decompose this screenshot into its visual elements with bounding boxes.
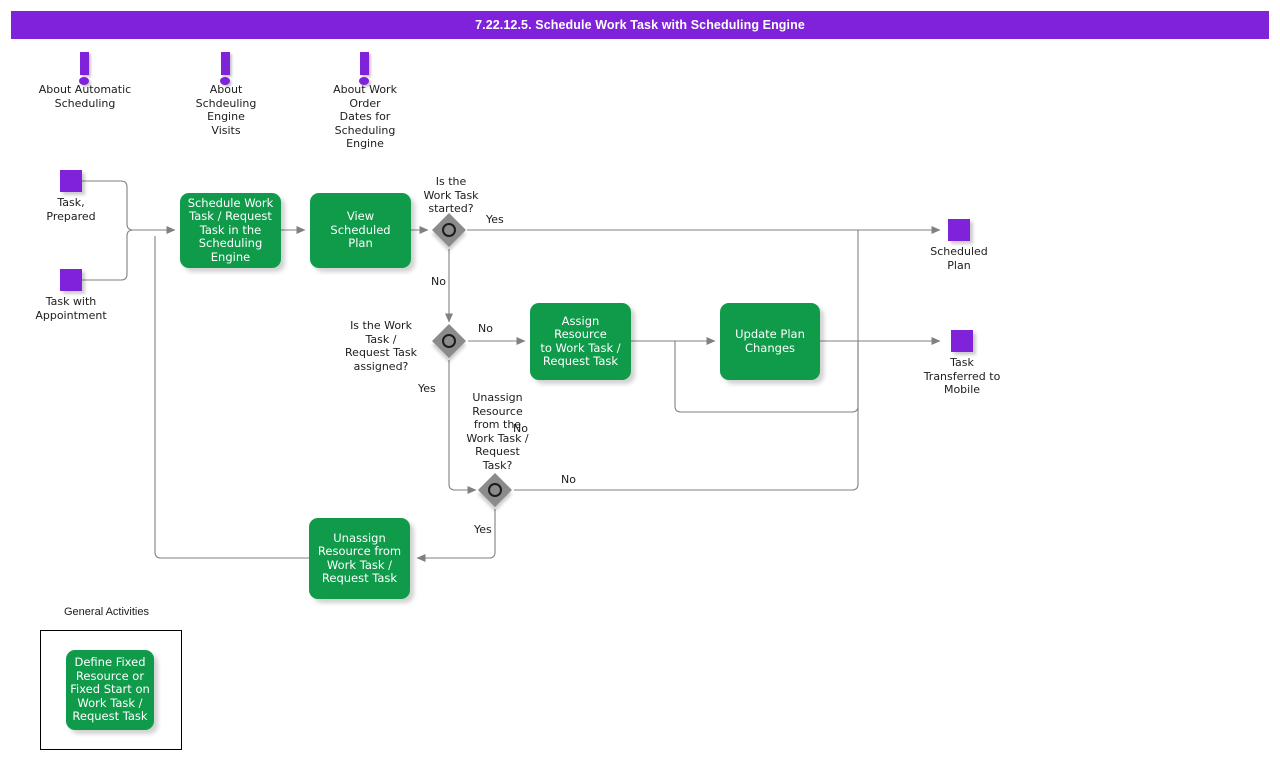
exclamation-bar	[80, 52, 89, 75]
activity-unassign-resource[interactable]: Unassign Resource from Work Task / Reque…	[309, 518, 410, 599]
object-label: Task Transferred to Mobile	[923, 356, 1001, 396]
object-task-transferred-to-mobile[interactable]: Task Transferred to Mobile	[912, 330, 1012, 397]
exclamation-note-icon	[351, 52, 379, 86]
object-scheduled-plan[interactable]: Scheduled Plan	[909, 219, 1009, 272]
decision-ring-icon	[488, 483, 502, 497]
flow-label-decision1-yes: Yes	[486, 213, 504, 226]
note-scheduling-engine-visits[interactable]: About Schdeuling Engine Visits	[181, 52, 271, 137]
flow-label-decision1-no: No	[431, 275, 446, 288]
decision-unassign-resource[interactable]	[478, 473, 512, 507]
exclamation-dot	[359, 77, 369, 85]
object-label: Scheduled Plan	[930, 245, 988, 272]
general-activities-group-box	[40, 630, 182, 750]
exclamation-note-icon	[212, 52, 240, 86]
flow-label-decision2-no: No	[478, 322, 493, 335]
activity-view-scheduled-plan[interactable]: View Scheduled Plan	[310, 193, 411, 268]
activity-schedule-work-task[interactable]: Schedule Work Task / Request Task in the…	[180, 193, 281, 268]
activity-label: View Scheduled Plan	[330, 209, 391, 251]
general-activities-title: General Activities	[64, 606, 149, 618]
note-label: About Automatic Scheduling	[38, 83, 132, 110]
activity-assign-resource[interactable]: Assign Resource to Work Task / Request T…	[530, 303, 631, 380]
exclamation-note-icon	[71, 52, 99, 86]
object-task-prepared[interactable]: Task, Prepared	[21, 170, 121, 223]
exclamation-dot	[220, 77, 230, 85]
exclamation-bar	[360, 52, 369, 75]
flow-label-decision3-yes: Yes	[474, 523, 492, 536]
decision-ring-icon	[442, 334, 456, 348]
activity-label: Assign Resource to Work Task / Request T…	[540, 313, 621, 368]
decision-work-task-started-question: Is the Work Task started?	[423, 175, 479, 215]
purple-square-object-icon	[948, 219, 970, 241]
note-label: About Schdeuling Engine Visits	[195, 83, 257, 137]
decision-ring-icon	[442, 223, 456, 237]
decision-work-task-started[interactable]	[432, 213, 466, 247]
note-work-order-dates[interactable]: About Work Order Dates for Scheduling En…	[320, 52, 410, 151]
object-label: Task with Appointment	[35, 295, 107, 322]
note-label: About Work Order Dates for Scheduling En…	[333, 83, 397, 150]
purple-square-object-icon	[60, 170, 82, 192]
activity-update-plan-changes[interactable]: Update Plan Changes	[720, 303, 820, 380]
flow-label-decision3-no-right: No	[561, 473, 576, 486]
flow-label-decision3-no-upper: No	[513, 422, 528, 435]
activity-label: Unassign Resource from Work Task / Reque…	[317, 530, 402, 585]
flow-label-decision2-yes: Yes	[418, 382, 436, 395]
object-task-with-appointment[interactable]: Task with Appointment	[21, 269, 121, 322]
exclamation-bar	[221, 52, 230, 75]
edge-unassign-resource-loopback	[154, 236, 309, 559]
note-automatic-scheduling[interactable]: About Automatic Scheduling	[35, 52, 135, 110]
purple-square-object-icon	[951, 330, 973, 352]
purple-square-object-icon	[60, 269, 82, 291]
activity-label: Update Plan Changes	[735, 327, 805, 355]
object-label: Task, Prepared	[46, 196, 96, 223]
decision-work-task-assigned[interactable]	[432, 324, 466, 358]
diagram-page: 7.22.12.5. Schedule Work Task with Sched…	[0, 0, 1280, 760]
decision-work-task-assigned-question: Is the Work Task / Request Task assigned…	[345, 319, 417, 373]
exclamation-dot	[79, 77, 89, 85]
activity-label: Schedule Work Task / Request Task in the…	[187, 195, 274, 264]
